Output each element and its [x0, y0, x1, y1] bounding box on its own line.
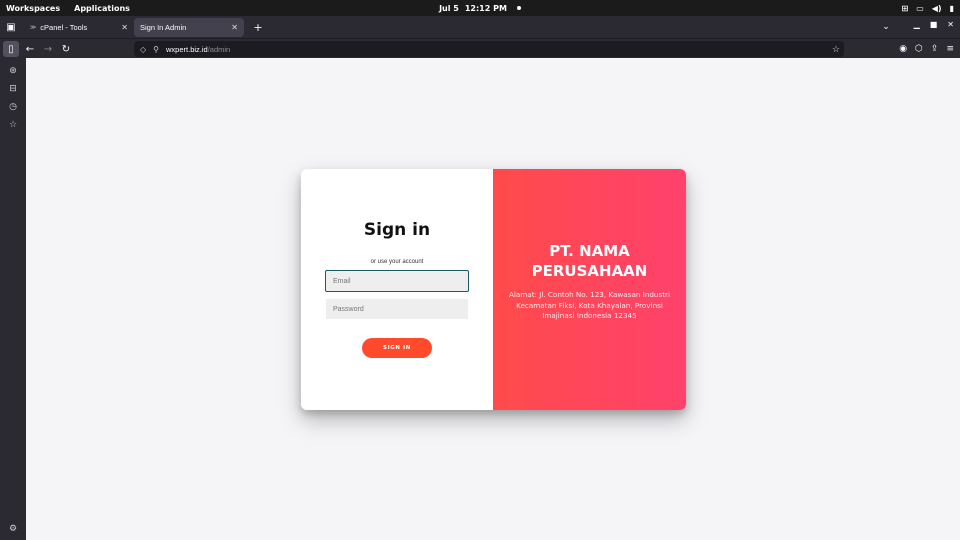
url-path: /admin	[207, 44, 231, 54]
address-bar[interactable]: ◇ ⚲ wxpert.biz.id/admin ☆	[134, 41, 844, 57]
new-tab-button[interactable]: +	[251, 20, 265, 34]
time-label: 12:12 PM	[464, 3, 507, 13]
navigation-toolbar: ▯ ← → ↻ ◇ ⚲ wxpert.biz.id/admin ☆ ◉ ⬡ ⇪ …	[0, 38, 960, 58]
tab-label: Sign In Admin	[140, 23, 187, 32]
screen-icon[interactable]: ▭	[916, 4, 924, 13]
company-info-panel: PT. NAMA PERUSAHAAN Alamat: Jl. Contoh N…	[493, 169, 686, 410]
date-label: Jul 5	[439, 3, 459, 13]
firefox-view-icon[interactable]: ▣	[4, 20, 18, 34]
cpanel-favicon-icon: ≫	[30, 25, 37, 31]
os-top-bar: Workspaces Applications Jul 5 12:12 PM ⊞…	[0, 0, 960, 16]
window-controls: ▁ ■ ✕	[914, 20, 954, 29]
lock-icon[interactable]: ⚲	[153, 45, 159, 54]
company-name: PT. NAMA PERUSAHAAN	[493, 241, 686, 281]
close-window-icon[interactable]: ✕	[947, 20, 954, 29]
form-subtitle: or use your account	[370, 259, 424, 265]
company-name-line2: PERUSAHAAN	[531, 262, 648, 280]
bookmark-star-icon[interactable]: ☆	[832, 44, 840, 55]
sign-in-button[interactable]: SIGN IN	[362, 338, 432, 358]
company-name-line1: PT. NAMA	[549, 242, 630, 260]
volume-icon[interactable]: ◀)	[932, 4, 942, 13]
reload-icon[interactable]: ↻	[58, 41, 74, 57]
minimize-icon[interactable]: ▁	[914, 20, 920, 29]
password-placeholder: Password	[333, 305, 364, 313]
sidebar-toggle-button[interactable]: ▯	[3, 41, 19, 57]
tab-sign-in-admin[interactable]: Sign In Admin ✕	[134, 18, 244, 37]
history-clock-icon[interactable]: ◷	[6, 100, 20, 114]
tab-cpanel-tools[interactable]: ≫ cPanel - Tools ✕	[24, 18, 134, 37]
bookmarks-star-icon[interactable]: ☆	[6, 118, 20, 132]
list-all-tabs-chevron-down-icon[interactable]: ⌄	[879, 20, 893, 34]
tab-label: cPanel - Tools	[40, 23, 88, 32]
close-icon[interactable]: ✕	[231, 23, 238, 32]
battery-icon[interactable]: ▮	[950, 4, 954, 13]
email-field[interactable]: Email	[325, 270, 469, 292]
network-icon[interactable]: ⊞	[902, 4, 909, 13]
shield-icon[interactable]: ◇	[140, 45, 146, 54]
account-icon[interactable]: ◉	[899, 44, 907, 54]
menu-icon[interactable]: ≡	[946, 44, 954, 54]
synced-tabs-icon[interactable]: ⊟	[6, 82, 20, 96]
browser-sidebar: ⊛ ⊟ ◷ ☆ ⚙	[0, 58, 26, 540]
back-arrow-icon[interactable]: ←	[22, 41, 38, 57]
extensions-icon[interactable]: ⬡	[915, 44, 923, 54]
forward-arrow-icon[interactable]: →	[40, 41, 56, 57]
gear-icon[interactable]: ⚙	[6, 522, 20, 536]
maximize-icon[interactable]: ■	[930, 20, 938, 29]
email-placeholder: Email	[333, 277, 351, 285]
share-icon[interactable]: ⇪	[931, 44, 939, 54]
company-address: Alamat: Jl. Contoh No. 123, Kawasan Indu…	[508, 290, 671, 320]
sign-in-form: Sign in or use your account Email Passwo…	[301, 169, 493, 410]
clock[interactable]: Jul 5 12:12 PM	[0, 0, 960, 16]
close-icon[interactable]: ✕	[121, 23, 128, 32]
notification-dot-icon	[516, 6, 521, 10]
password-field[interactable]: Password	[326, 299, 468, 319]
page-title: Sign in	[363, 220, 431, 240]
ai-chatbot-icon[interactable]: ⊛	[6, 64, 20, 78]
url-host: wxpert.biz.id	[166, 44, 208, 54]
browser-tab-strip: ▣ ≫ cPanel - Tools ✕ Sign In Admin ✕ + ⌄…	[0, 16, 960, 38]
login-card: Sign in or use your account Email Passwo…	[301, 169, 686, 410]
